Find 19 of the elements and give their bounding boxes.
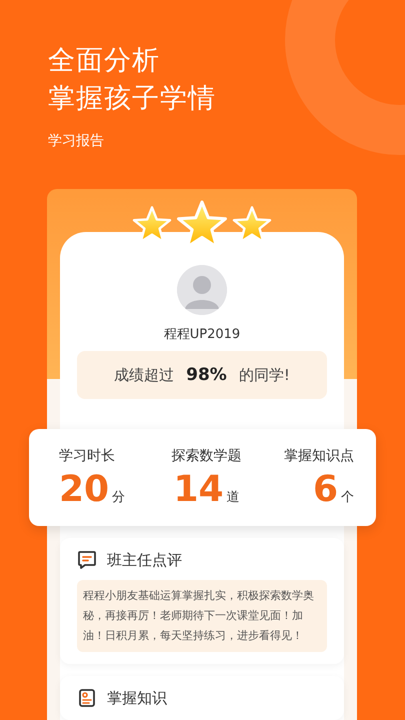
comment-icon — [77, 550, 97, 570]
teacher-comment: 程程小朋友基础运算掌握扎实，积极探索数学奥秘，再接再厉！老师期待下一次课堂见面！加油！日积月累，每天坚持练习，进步看得见！ — [77, 580, 327, 652]
stat-label: 探索数学题 — [171, 447, 242, 465]
document-icon — [77, 688, 97, 708]
section-title: 掌握知识 — [107, 688, 167, 708]
stat-value: 6 — [312, 469, 338, 511]
student-name: 程程UP2019 — [164, 326, 240, 343]
stat-unit: 个 — [341, 489, 354, 506]
stat-unit: 分 — [112, 489, 126, 506]
section-title: 班主任点评 — [107, 550, 182, 570]
stat-label: 掌握知识点 — [284, 447, 354, 465]
headline: 全面分析 — [48, 44, 161, 78]
stat-label: 学习时长 — [59, 447, 116, 465]
subtitle: 学习报告 — [48, 132, 105, 150]
rank-summary: 成绩超过 98% 的同学! — [77, 351, 327, 399]
stat-value: 14 — [173, 469, 224, 511]
headline: 掌握孩子学情 — [48, 82, 217, 116]
stat-unit: 道 — [226, 489, 240, 506]
stat-value: 20 — [59, 469, 110, 511]
